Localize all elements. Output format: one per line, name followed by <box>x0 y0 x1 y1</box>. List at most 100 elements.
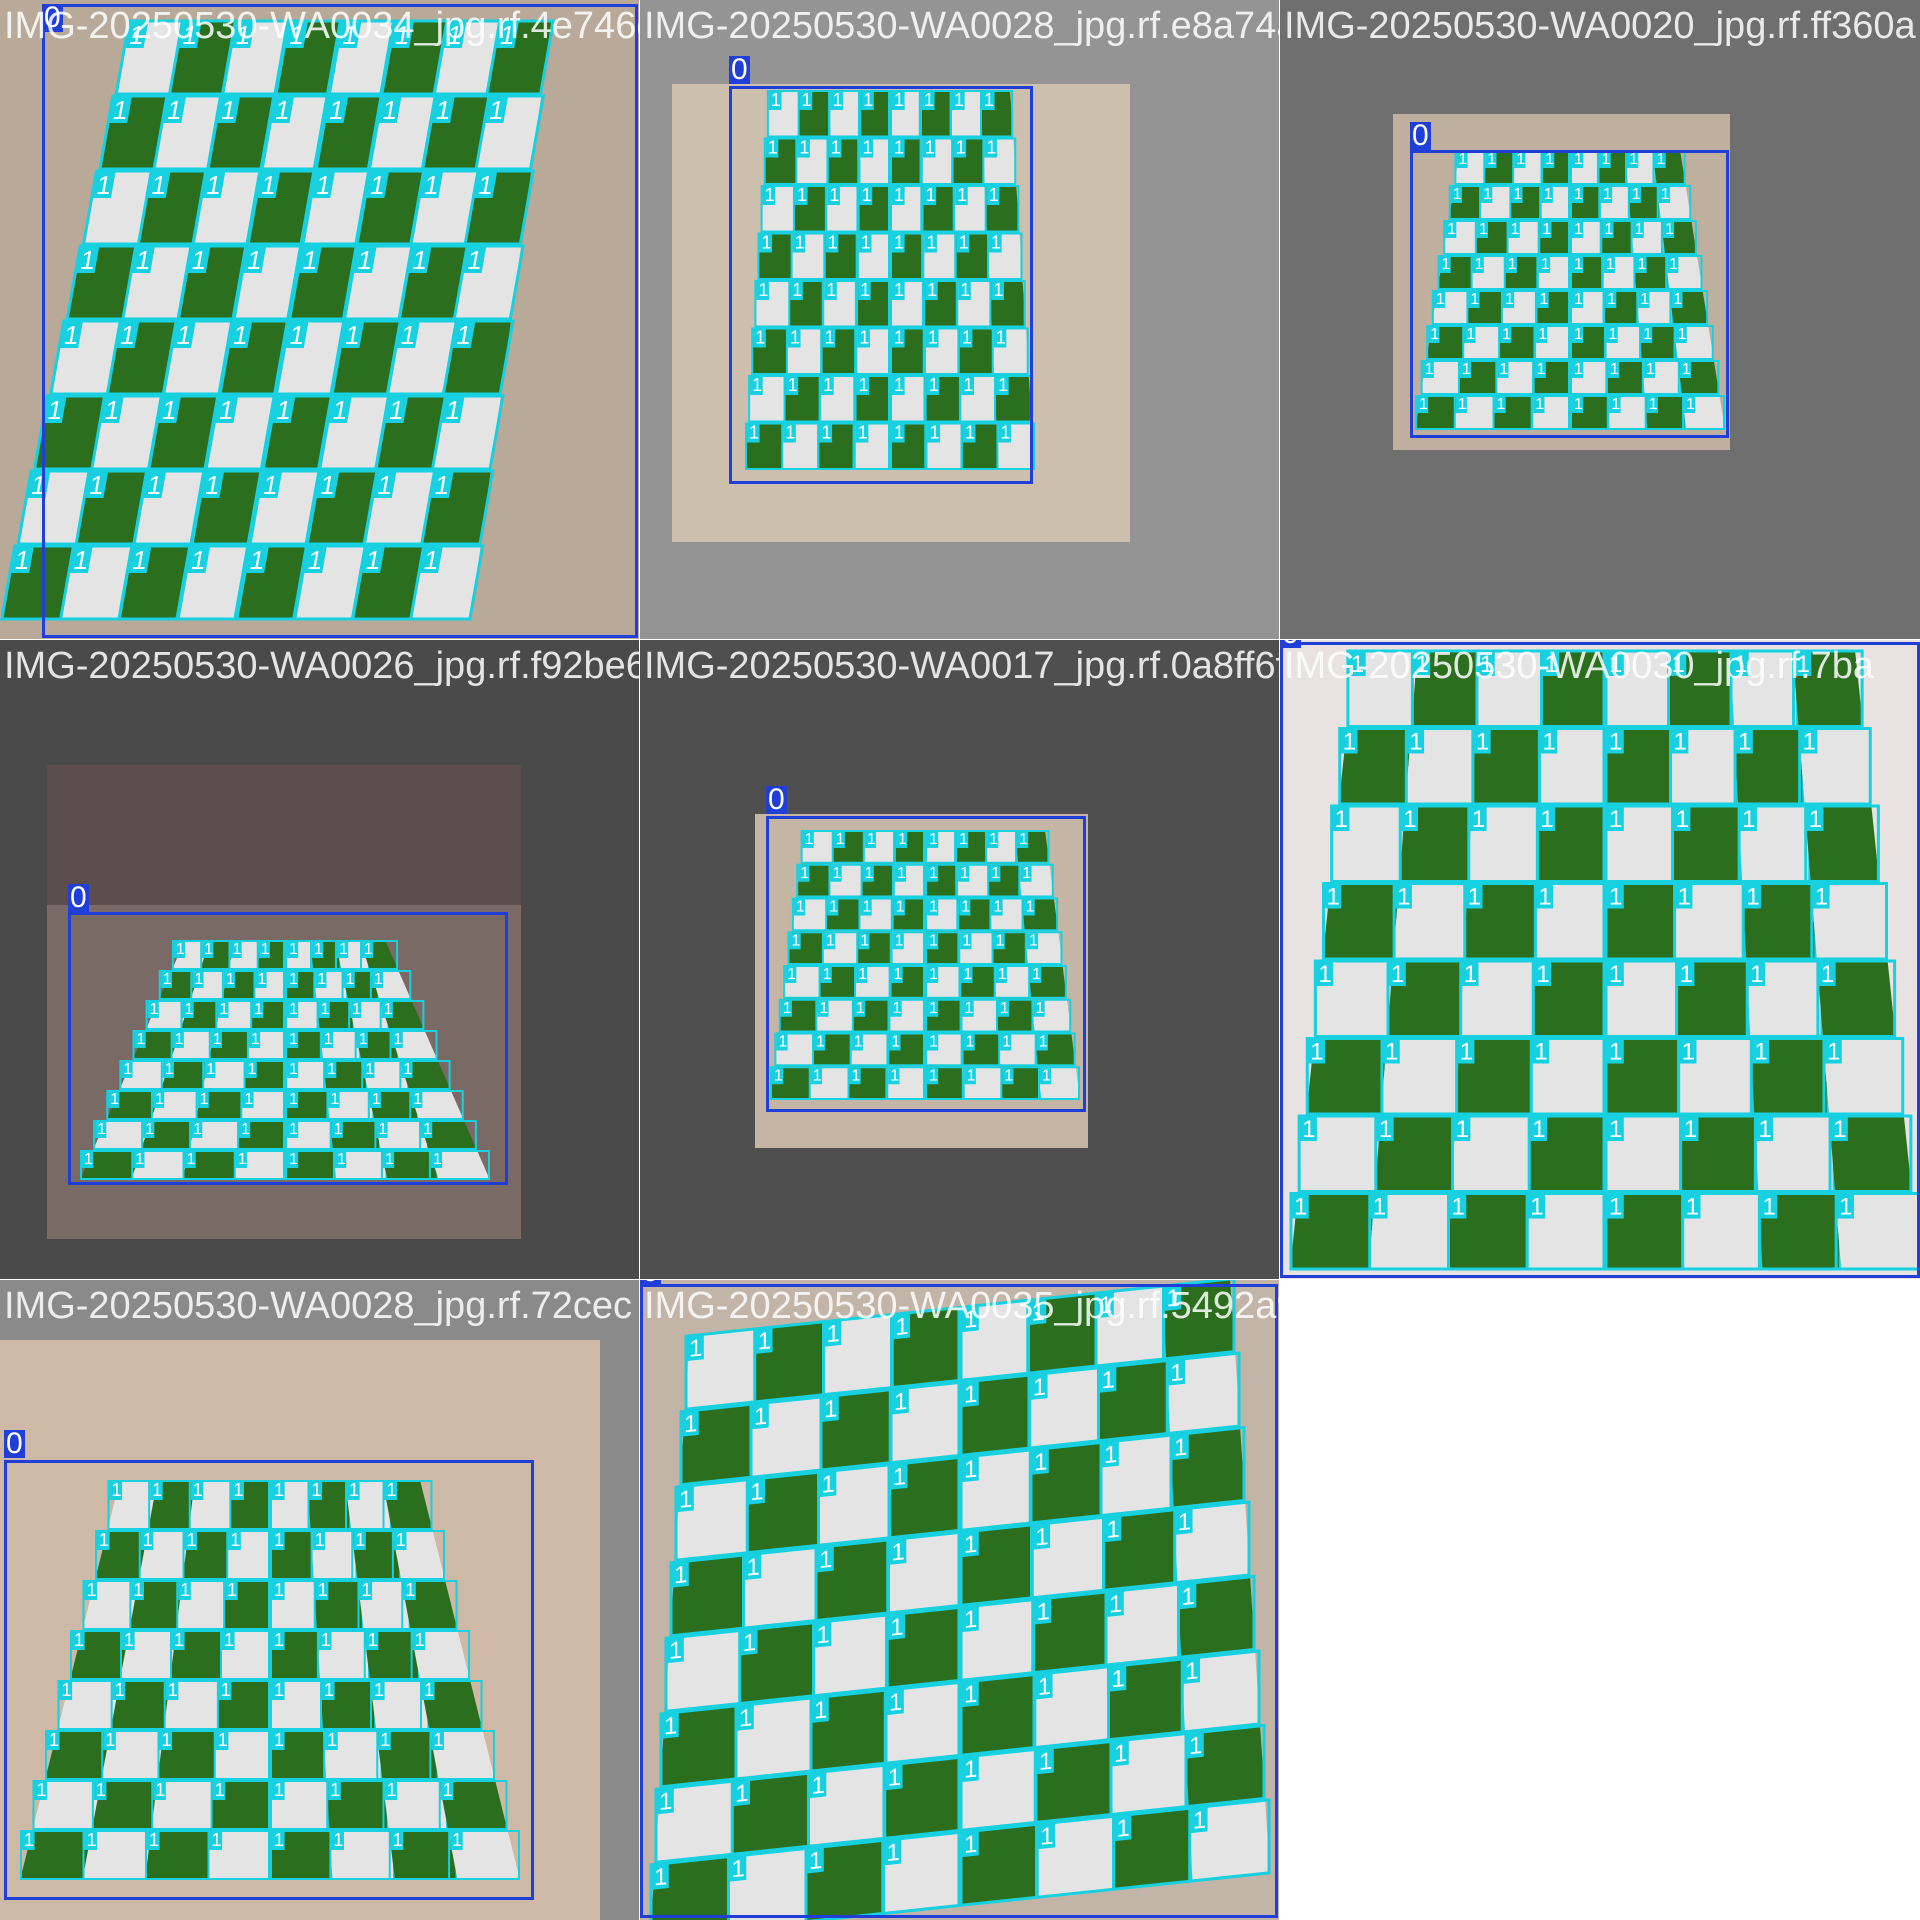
square-label: 1 <box>1541 256 1550 273</box>
square-label: 1 <box>819 1000 828 1017</box>
square-label: 1 <box>254 1001 263 1018</box>
square-label: 1 <box>1167 1284 1180 1312</box>
square-label: 1 <box>895 1313 908 1341</box>
square-label: 1 <box>274 1530 284 1550</box>
square-label: 1 <box>771 90 781 110</box>
square-label: 1 <box>84 1151 93 1168</box>
square-label: 1 <box>1669 256 1678 273</box>
square-label: 1 <box>1029 932 1038 949</box>
square-label: 1 <box>659 1788 672 1816</box>
square-label: 1 <box>1540 806 1553 833</box>
tile-8-photo: 1 1 1 1 1 1 1 1 1 1 1 1 1 1 1 1 1 1 1 1 1 1 1 1 1 1 1 1 1 1 1 1 1 1 1 1 1 1 1 1… <box>640 1280 1279 1920</box>
square-label: 1 <box>1545 151 1554 168</box>
square-label: 1 <box>957 185 967 205</box>
square-label: 1 <box>1682 1039 1695 1066</box>
square-label: 1 <box>1002 1034 1011 1051</box>
square-label: 1 <box>352 1001 361 1018</box>
square-label: 1 <box>274 1580 284 1600</box>
detection-mosaic: 1 1 1 1 1 1 1 1 1 1 1 1 1 1 1 1 1 1 1 1 1 1 1 1 1 1 1 1 1 1 1 1 1 1 1 1 1 1 1 1… <box>0 0 1920 1920</box>
square-label: 1 <box>986 138 996 158</box>
square-label: 1 <box>110 1091 119 1108</box>
square-label: 1 <box>797 185 807 205</box>
square-label: 1 <box>805 831 814 848</box>
square-label: 1 <box>74 1630 84 1650</box>
square-label: 1 <box>1000 423 1010 443</box>
square-label: 1 <box>143 1530 153 1550</box>
square-label: 1 <box>135 1151 144 1168</box>
square-label: 1 <box>956 138 966 158</box>
square-label: 1 <box>809 1847 822 1875</box>
square-label: 1 <box>443 1780 453 1800</box>
square-label: 1 <box>802 90 812 110</box>
tile-4-photo: 1 1 1 1 1 1 1 11 1 1 1 1 1 1 11 1 1 1 1 1 1 11 1 1 1 1 1 1 11 1 1 1 1 1 1 1… <box>47 765 521 1239</box>
square-label: 1 <box>924 90 934 110</box>
square-label: 1 <box>1114 1740 1127 1768</box>
square-label: 1 <box>238 1151 247 1168</box>
square-label: 1 <box>213 1031 222 1048</box>
square-label: 1 <box>787 966 796 983</box>
square-label: 1 <box>1637 256 1646 273</box>
square-label: 1 <box>929 865 938 882</box>
square-label: 1 <box>1682 361 1691 378</box>
square-label: 1 <box>1535 396 1544 413</box>
square-label: 1 <box>1453 186 1462 203</box>
square-label: 1 <box>1686 396 1695 413</box>
square-label: 1 <box>859 375 869 395</box>
square-label: 1 <box>762 233 772 253</box>
square-label: 1 <box>324 1031 333 1048</box>
square-label: 1 <box>1458 396 1467 413</box>
square-label: 1 <box>1538 884 1551 911</box>
square-label: 1 <box>1603 186 1612 203</box>
square-label: 1 <box>1602 151 1611 168</box>
square-label: 1 <box>929 1000 938 1017</box>
square-label: 1 <box>1542 221 1551 238</box>
square-label: 1 <box>365 1061 374 1078</box>
square-label: 1 <box>317 971 326 988</box>
square-label: 1 <box>124 1630 134 1650</box>
square-label: 1 <box>774 1067 783 1084</box>
square-label: 1 <box>1039 1748 1052 1776</box>
square-label: 1 <box>1373 1194 1386 1221</box>
square-label: 1 <box>49 1730 59 1750</box>
square-label: 1 <box>1502 326 1511 343</box>
square-label: 1 <box>824 1395 837 1423</box>
square-label: 1 <box>1676 806 1689 833</box>
square-label: 1 <box>227 1580 237 1600</box>
square-label: 1 <box>115 1680 125 1700</box>
square-label: 1 <box>926 233 936 253</box>
square-label: 1 <box>187 1151 196 1168</box>
square-label: 1 <box>816 1034 825 1051</box>
square-label: 1 <box>1574 361 1583 378</box>
square-label: 1 <box>755 328 765 348</box>
square-label: 1 <box>1335 806 1348 833</box>
square-label: 1 <box>887 1839 900 1867</box>
square-label: 1 <box>894 328 904 348</box>
square-label: 1 <box>339 941 348 958</box>
tile-1: 1111111111111111111111111111111111111111… <box>0 0 639 639</box>
square-label: 1 <box>187 1530 197 1550</box>
square-label: 1 <box>324 1680 334 1700</box>
square-label: 1 <box>152 1480 162 1500</box>
square-label: 1 <box>168 1680 178 1700</box>
square-label: 1 <box>965 423 975 443</box>
square-label: 1 <box>315 1530 325 1550</box>
square-label: 1 <box>248 1061 257 1078</box>
square-label: 1 <box>194 971 203 988</box>
square-label: 1 <box>1104 1441 1117 1469</box>
square-label: 1 <box>1107 1516 1120 1544</box>
square-label: 1 <box>289 941 298 958</box>
square-label: 1 <box>896 899 905 916</box>
square-label: 1 <box>993 280 1003 300</box>
square-label: 1 <box>387 1780 397 1800</box>
square-label: 1 <box>778 1034 787 1051</box>
square-label: 1 <box>1102 1366 1115 1394</box>
square-label: 1 <box>1022 865 1031 882</box>
square-label: 1 <box>1037 1598 1050 1626</box>
square-label: 1 <box>964 1456 977 1484</box>
square-label: 1 <box>1351 651 1364 678</box>
square-label: 1 <box>1606 256 1615 273</box>
square-label: 1 <box>1042 1067 1051 1084</box>
square-label: 1 <box>1738 729 1751 756</box>
square-label: 1 <box>423 1121 432 1138</box>
square-label: 1 <box>1516 151 1525 168</box>
